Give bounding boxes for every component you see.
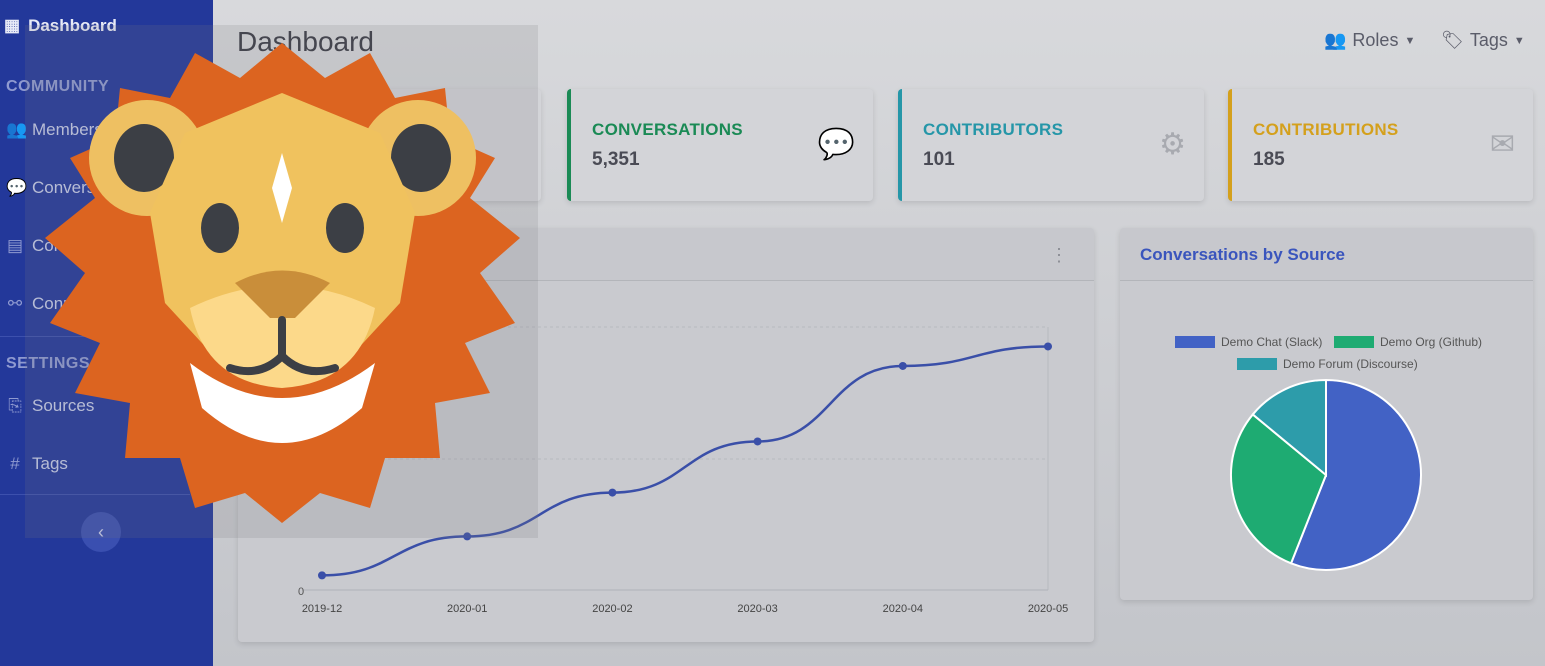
legend-item[interactable]: Demo Org (Github) [1334,335,1482,349]
pie-chart-panel: Conversations by Source Demo Chat (Slack… [1120,228,1533,600]
caret-down-icon: ▼ [1404,34,1416,47]
hashtag-icon: # [10,454,20,473]
stat-card-value: 5,351 [592,149,640,170]
legend-swatch [1334,336,1374,348]
lion-eye-left [201,203,239,253]
roles-dropdown[interactable]: 👥 Roles ▼ [1324,30,1415,51]
legend-label: Demo Forum (Discourse) [1283,357,1418,371]
comments-icon: 💬 [817,128,855,161]
legend-item[interactable]: Demo Forum (Discourse) [1237,357,1418,371]
panel-header: Conversations by Source [1120,228,1533,281]
stat-card-label: CONVERSATIONS [592,120,743,139]
x-tick-label: 2020-05 [1028,603,1068,615]
data-point[interactable] [753,437,762,446]
x-tick-label: 2020-03 [737,603,777,615]
network-icon: ⚯ [7,294,23,313]
data-point[interactable] [608,488,617,497]
stat-card-contributors[interactable]: CONTRIBUTORS 101 ⚙ [898,89,1204,201]
panel-title: Conversations by Source [1140,245,1346,264]
tags-label: Tags [1469,30,1508,50]
users-icon: 👥 [6,120,28,139]
stat-card-value: 101 [923,149,955,170]
data-point[interactable] [318,571,326,580]
inbox-icon: ▤ [6,236,24,255]
dashboard-icon: ▦ [4,16,21,35]
y-tick-label: 0 [298,586,304,598]
lion-logo [45,43,520,523]
x-tick-label: 2020-01 [447,603,487,615]
comments-icon: 💬 [6,178,28,197]
stat-card-conversations[interactable]: CONVERSATIONS 5,351 💬 [567,89,873,201]
users-icon: 👥 [1324,30,1347,50]
caret-down-icon: ▼ [1513,34,1525,47]
x-tick-label: 2019-12 [302,603,342,615]
legend-label: Demo Org (Github) [1380,335,1483,349]
stat-card-value: 185 [1253,149,1285,170]
tags-dropdown[interactable]: 🏷 Tags ▼ [1441,30,1525,51]
stat-card-contributions[interactable]: CONTRIBUTIONS 185 ✉ [1228,89,1533,201]
pie-chart [1230,378,1422,571]
stat-card-label: CONTRIBUTIONS [1253,120,1399,139]
legend-label: Demo Chat (Slack) [1221,335,1323,349]
users-cog-icon: ⚙ [1159,128,1186,161]
legend-swatch [1237,358,1277,370]
x-tick-label: 2020-04 [883,603,923,615]
mail-bulk-icon: ✉ [1489,128,1515,161]
lion-eye-right [326,203,364,253]
data-point[interactable] [1044,342,1052,351]
legend-item[interactable]: Demo Chat (Slack) [1175,335,1322,349]
roles-label: Roles [1352,30,1399,50]
plug-icon: ⎘ [8,396,22,415]
stat-card-label: CONTRIBUTORS [923,120,1064,139]
data-point[interactable] [898,361,907,370]
x-tick-label: 2020-02 [592,603,632,615]
more-vertical-icon[interactable]: ⋮ [1050,245,1068,266]
tags-icon: 🏷 [1441,30,1464,50]
legend-swatch [1175,336,1215,348]
